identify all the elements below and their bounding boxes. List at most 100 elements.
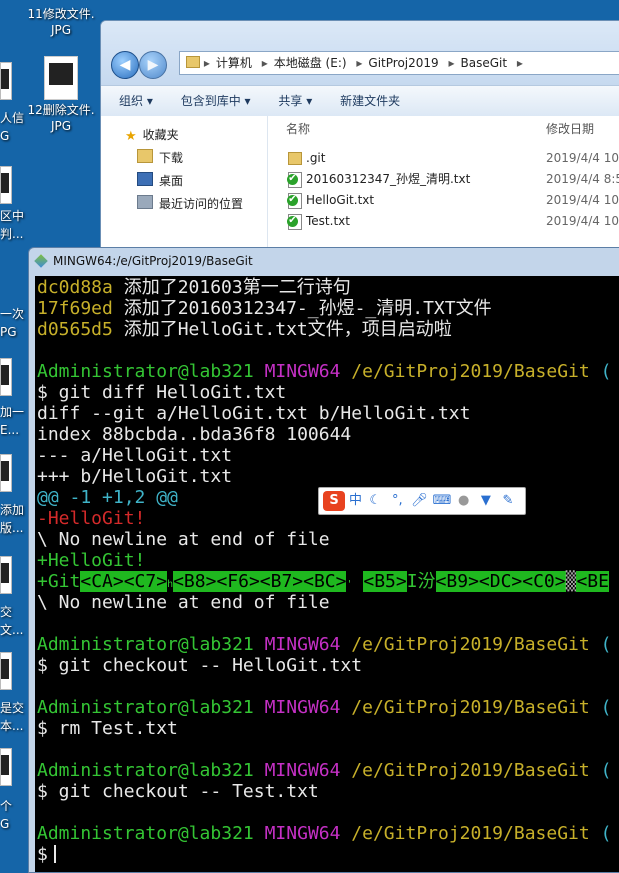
diff-added-line: +HelloGit! <box>37 550 146 571</box>
desktop-edge-label: 文... <box>0 623 24 637</box>
desktop-icon-file-12[interactable]: 12删除文件. JPG <box>18 56 104 134</box>
diff-header-line: +++ b/HelloGit.txt <box>37 466 233 487</box>
file-date: 2019/4/4 10: <box>546 214 619 228</box>
folder-icon <box>186 56 200 68</box>
nav-favorites[interactable]: ★ 收藏夹 <box>125 126 179 144</box>
ime-mode-label[interactable]: 中 <box>349 493 362 508</box>
explorer-nav-bar: ◀ ▶ ▸ 计算机 ▸ 本地磁盘 (E:) ▸ GitProj2019 ▸ BaseGi… <box>101 21 619 85</box>
terminal-output[interactable]: dc0d88a 添加了201603第一二行诗句 17f69ed 添加了20160… <box>35 276 619 872</box>
breadcrumb-drive[interactable]: 本地磁盘 (E:) <box>274 56 347 70</box>
text-file-icon <box>287 214 302 230</box>
download-folder-icon <box>137 149 153 163</box>
file-name: 20160312347_孙煜_清明.txt <box>306 172 471 186</box>
file-row[interactable]: .git 2019/4/4 10: <box>284 148 619 168</box>
file-row[interactable]: HelloGit.txt 2019/4/4 10: <box>284 190 619 210</box>
address-bar[interactable]: ▸ 计算机 ▸ 本地磁盘 (E:) ▸ GitProj2019 ▸ BaseGit ▸ <box>179 51 619 75</box>
explorer-window: ◀ ▶ ▸ 计算机 ▸ 本地磁盘 (E:) ▸ GitProj2019 ▸ BaseGi… <box>100 20 619 282</box>
file-date: 2019/4/4 10: <box>546 193 619 207</box>
diff-hunk-line: @@ -1 +1,2 @@ <box>37 487 178 508</box>
recent-places-icon <box>137 195 153 209</box>
folder-icon <box>288 152 302 165</box>
image-thumbnail-icon[interactable] <box>0 166 12 204</box>
desktop-edge-label: 人信 <box>0 111 25 125</box>
command-line: $ rm Test.txt <box>37 718 178 739</box>
star-icon: ★ <box>125 129 137 144</box>
image-thumbnail-icon[interactable] <box>0 556 12 594</box>
nav-recent[interactable]: 最近访问的位置 <box>137 195 243 213</box>
file-row[interactable]: 20160312347_孙煜_清明.txt 2019/4/4 8:5 <box>284 169 619 189</box>
desktop-icon <box>137 172 153 186</box>
ime-toolbar[interactable]: S中 ☾ °, 🎤︎ ⌨ ● ▼ ✎ <box>318 487 526 515</box>
command-line: $ git diff HelloGit.txt <box>37 382 287 403</box>
desktop-edge-label: 添加 <box>0 503 25 517</box>
text-file-icon <box>287 193 302 209</box>
user-icon[interactable]: ● <box>455 488 473 514</box>
forward-arrow-icon[interactable]: ▶ <box>139 51 167 79</box>
include-in-library-menu[interactable]: 包含到库中 ▾ <box>181 94 251 108</box>
organize-menu[interactable]: 组织 ▾ <box>119 94 153 108</box>
breadcrumb-basegit[interactable]: BaseGit <box>461 56 508 70</box>
terminal-title-bar[interactable]: MINGW64:/e/GitProj2019/BaseGit <box>34 252 619 270</box>
share-menu[interactable]: 共享 ▾ <box>278 94 312 108</box>
diff-removed-line: -HelloGit! <box>37 508 146 529</box>
column-header-name[interactable]: 名称 <box>286 120 310 137</box>
moon-icon[interactable]: ☾ <box>366 488 384 514</box>
desktop-edge-label: 交 <box>0 605 13 619</box>
image-thumbnail-icon[interactable] <box>0 748 12 786</box>
file-date: 2019/4/4 8:5 <box>546 172 619 186</box>
desktop-icon-label: 11修改文件. JPG <box>27 7 95 37</box>
microphone-icon[interactable]: 🎤︎ <box>410 488 428 514</box>
desktop-icon-label: 12删除文件. JPG <box>27 103 95 133</box>
diff-header-line: --- a/HelloGit.txt <box>37 445 233 466</box>
desktop-icon-file-11[interactable]: 11修改文件. JPG <box>18 0 104 38</box>
desktop-edge-label: 是交 <box>0 701 25 715</box>
file-row[interactable]: Test.txt 2019/4/4 10: <box>284 211 619 231</box>
sogou-logo-icon: S <box>323 491 345 511</box>
text-cursor <box>53 845 56 863</box>
diff-header-line: index 88bcbda..bda36f8 100644 <box>37 424 352 445</box>
file-name: .git <box>306 151 326 165</box>
desktop-edge-label: E... <box>0 423 20 437</box>
keyboard-icon[interactable]: ⌨ <box>433 488 452 514</box>
shirt-icon[interactable]: ▼ <box>477 488 495 514</box>
command-line: $ git checkout -- Test.txt <box>37 781 319 802</box>
text-file-icon <box>287 172 302 188</box>
desktop-edge-label: 加一 <box>0 405 25 419</box>
column-header-date[interactable]: 修改日期 <box>546 120 594 137</box>
image-thumbnail-icon[interactable] <box>0 652 12 690</box>
nav-desktop[interactable]: 桌面 <box>137 172 183 190</box>
image-thumbnail-icon <box>44 56 78 100</box>
mingw-icon <box>34 254 48 268</box>
new-folder-button[interactable]: 新建文件夹 <box>340 94 400 108</box>
log-line: dc0d88a 添加了201603第一二行诗句 <box>37 277 351 298</box>
desktop-edge-label: 版... <box>0 521 24 535</box>
punctuation-icon[interactable]: °, <box>388 488 406 514</box>
breadcrumb-computer[interactable]: 计算机 <box>216 56 252 70</box>
prompt-line: Administrator@lab321 MINGW64 /e/GitProj2… <box>37 634 612 655</box>
diff-no-newline-line: \ No newline at end of file <box>37 592 330 613</box>
explorer-toolbar: 组织 ▾ 包含到库中 ▾ 共享 ▾ 新建文件夹 <box>101 85 619 117</box>
desktop-edge-label: 一次 <box>0 307 25 321</box>
diff-header-line: diff --git a/HelloGit.txt b/HelloGit.txt <box>37 403 471 424</box>
nav-downloads[interactable]: 下载 <box>137 149 183 167</box>
wrench-icon[interactable]: ✎ <box>499 488 517 514</box>
prompt-line: Administrator@lab321 MINGW64 /e/GitProj2… <box>37 697 612 718</box>
desktop-edge-label: G <box>0 817 10 831</box>
command-input-line[interactable]: $ <box>37 844 56 865</box>
image-thumbnail-icon[interactable] <box>0 358 12 396</box>
image-thumbnail-icon[interactable] <box>0 454 12 492</box>
diff-no-newline-line: \ No newline at end of file <box>37 529 330 550</box>
desktop-edge-label: G <box>0 129 10 143</box>
command-line: $ git checkout -- HelloGit.txt <box>37 655 363 676</box>
file-name: HelloGit.txt <box>306 193 375 207</box>
file-date: 2019/4/4 10: <box>546 151 619 165</box>
prompt-line: Administrator@lab321 MINGW64 /e/GitProj2… <box>37 361 612 382</box>
back-arrow-icon[interactable]: ◀ <box>111 51 139 79</box>
file-name: Test.txt <box>306 214 350 228</box>
desktop-edge-label: 判... <box>0 227 24 241</box>
log-line: d0565d5 添加了HelloGit.txt文件，项目启动啦 <box>37 319 452 340</box>
desktop-edge-label: 本... <box>0 719 24 733</box>
terminal-title: MINGW64:/e/GitProj2019/BaseGit <box>53 254 253 268</box>
breadcrumb-gitproj[interactable]: GitProj2019 <box>368 56 438 70</box>
image-thumbnail-icon[interactable] <box>0 62 12 100</box>
